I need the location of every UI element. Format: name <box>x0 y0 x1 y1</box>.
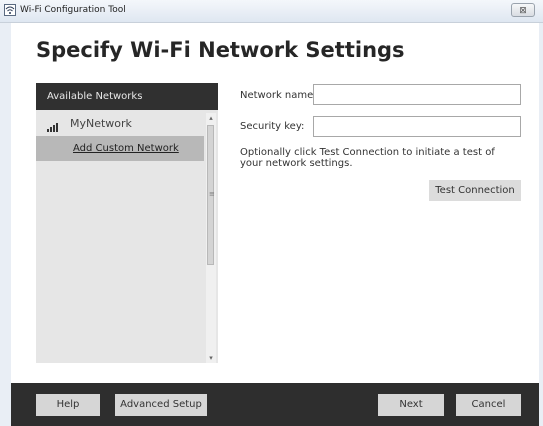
close-button[interactable]: ⊠ <box>511 3 535 17</box>
security-key-label: Security key: <box>240 121 305 132</box>
page-title: Specify Wi-Fi Network Settings <box>36 38 405 62</box>
main-content: Specify Wi-Fi Network Settings Available… <box>11 23 539 383</box>
next-button[interactable]: Next <box>378 394 444 416</box>
available-networks-panel: Available Networks MyNetwork Add Custom … <box>36 83 218 363</box>
network-name-label: Network name: <box>240 90 317 101</box>
test-connection-button[interactable]: Test Connection <box>429 180 521 201</box>
close-icon: ⊠ <box>519 6 527 16</box>
network-name-input[interactable] <box>313 84 521 105</box>
test-connection-hint: Optionally click Test Connection to init… <box>240 147 495 169</box>
scroll-up-arrow-icon[interactable]: ▴ <box>206 113 216 123</box>
networks-scrollbar[interactable]: ▴ ≡ ▾ <box>206 113 216 363</box>
add-custom-network-link[interactable]: Add Custom Network <box>73 136 179 161</box>
footer-bar: Help Advanced Setup Next Cancel <box>11 383 539 426</box>
app-window: Wi-Fi Configuration Tool ⊠ Specify Wi-Fi… <box>0 0 543 426</box>
security-key-input[interactable] <box>313 116 521 137</box>
title-bar[interactable]: Wi-Fi Configuration Tool ⊠ <box>0 0 543 23</box>
wifi-app-icon <box>4 4 16 16</box>
network-item-label: MyNetwork <box>70 117 132 130</box>
scroll-thumb[interactable]: ≡ <box>207 125 215 265</box>
add-custom-network-item[interactable]: Add Custom Network <box>36 136 204 161</box>
cancel-button[interactable]: Cancel <box>456 394 521 416</box>
scroll-down-arrow-icon[interactable]: ▾ <box>206 353 216 363</box>
networks-header: Available Networks <box>36 83 218 110</box>
advanced-setup-button[interactable]: Advanced Setup <box>115 394 207 416</box>
help-button[interactable]: Help <box>36 394 100 416</box>
scroll-grip-icon: ≡ <box>209 190 215 198</box>
window-title: Wi-Fi Configuration Tool <box>20 5 126 15</box>
network-item-mynetwork[interactable]: MyNetwork <box>36 114 204 134</box>
